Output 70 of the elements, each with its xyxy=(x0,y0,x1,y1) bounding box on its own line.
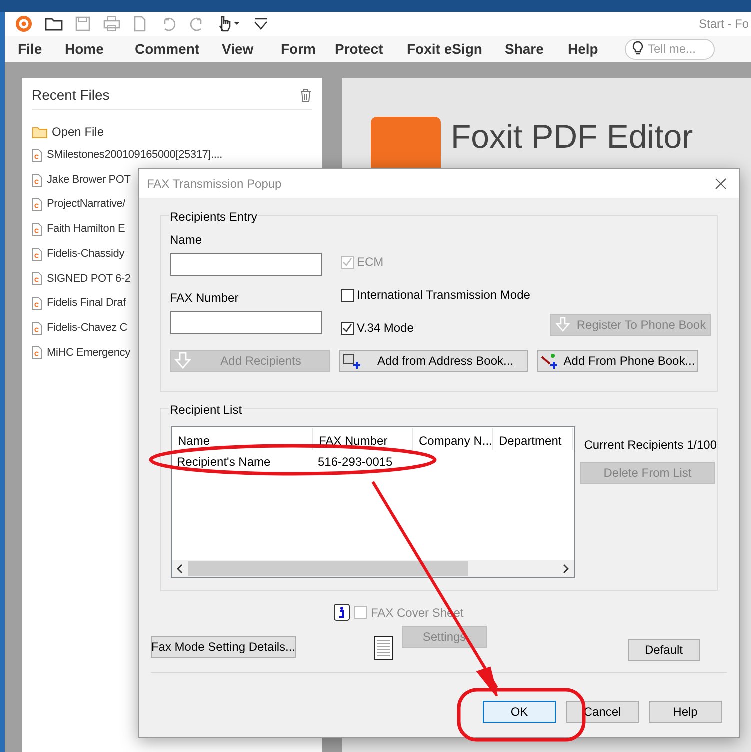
save-icon[interactable] xyxy=(75,16,91,32)
window-title: Start - Fo xyxy=(698,16,750,33)
dropdown-icon[interactable] xyxy=(253,16,269,32)
recent-file-item[interactable]: SMilestones200109165000[25317].... xyxy=(47,147,222,164)
dialog-button[interactable]: Help xyxy=(649,701,722,723)
field-label: FAX Number xyxy=(170,290,240,304)
column-header[interactable]: Name xyxy=(172,428,313,450)
page-icon xyxy=(374,636,393,660)
table-cell[interactable]: 516-293-0015 xyxy=(318,455,393,469)
pdf-file-icon xyxy=(32,198,42,212)
menu-item[interactable]: Protect xyxy=(335,38,407,60)
recent-file-item[interactable]: SIGNED POT 6-2 xyxy=(47,270,131,288)
menu-item[interactable]: File xyxy=(18,38,65,60)
pdf-file-icon xyxy=(32,148,42,162)
checkbox-label: ECM xyxy=(357,254,384,271)
pdf-file-icon xyxy=(32,248,42,261)
dialog-title: FAX Transmission Popup xyxy=(147,176,282,192)
fax-mode-button[interactable]: Fax Mode Setting Details... xyxy=(151,636,296,658)
open-file-link[interactable]: Open File xyxy=(52,123,104,141)
pdf-file-icon xyxy=(32,174,42,187)
app-logo-icon[interactable] xyxy=(15,15,33,33)
pdf-file-icon xyxy=(32,346,42,360)
menu-item[interactable]: Form xyxy=(281,38,335,60)
recent-file-item[interactable]: Fidelis Final Draf xyxy=(47,295,126,312)
scroll-left-icon[interactable] xyxy=(176,564,184,574)
name-field[interactable] xyxy=(170,253,322,276)
recent-file-item[interactable]: Fidelis-Chassidy xyxy=(47,246,124,262)
down-arrow-icon xyxy=(173,352,193,370)
action-button[interactable]: Add From Phone Book... xyxy=(537,350,698,372)
menu-item[interactable]: Help xyxy=(568,38,625,60)
fax-number-field[interactable] xyxy=(170,311,322,334)
menu-item[interactable]: View xyxy=(222,38,281,60)
tell-me-field[interactable]: Tell me... xyxy=(625,38,715,60)
print-icon[interactable] xyxy=(103,16,121,32)
recent-file-item[interactable]: Fidelis-Chavez C xyxy=(47,320,128,336)
checkbox-label: International Transmission Mode xyxy=(357,287,530,304)
close-icon[interactable] xyxy=(715,178,727,190)
menu-item[interactable]: Foxit eSign xyxy=(407,38,505,60)
product-name: Foxit PDF Editor xyxy=(451,117,694,157)
lightbulb-icon xyxy=(632,41,644,55)
folder-icon[interactable] xyxy=(45,16,63,32)
column-header[interactable]: FAX Number xyxy=(313,428,413,450)
default-button[interactable]: Default xyxy=(628,639,700,661)
trash-icon[interactable] xyxy=(300,88,312,102)
dialog-button[interactable]: Cancel xyxy=(566,701,639,723)
menu-item[interactable]: Comment xyxy=(135,38,222,60)
pdf-file-icon xyxy=(32,296,42,310)
panel-title: Recent Files xyxy=(32,86,110,105)
recent-file-item[interactable]: MiHC Emergency xyxy=(47,344,130,362)
checkbox[interactable] xyxy=(341,288,354,302)
field-label: Name xyxy=(170,232,204,246)
menu-item[interactable]: Home xyxy=(65,38,135,60)
recent-file-item[interactable]: Jake Brower POT xyxy=(47,172,131,188)
table-cell[interactable]: Recipient's Name xyxy=(177,455,271,469)
scroll-right-icon[interactable] xyxy=(562,564,570,574)
folder-icon xyxy=(32,126,48,138)
recent-file-item[interactable]: ProjectNarrative/ xyxy=(47,196,126,213)
menu-item[interactable]: Share xyxy=(505,38,568,60)
pdf-file-icon xyxy=(32,322,42,335)
checkbox[interactable] xyxy=(341,322,354,334)
column-header[interactable]: Department xyxy=(493,428,573,450)
recipient-count: Current Recipients 1/100 xyxy=(584,437,717,454)
column-header[interactable]: Company N... xyxy=(413,428,493,450)
recent-file-item[interactable]: Faith Hamilton E xyxy=(47,221,126,238)
pdf-file-icon xyxy=(32,272,42,286)
checkbox-label: V.34 Mode xyxy=(357,320,414,337)
dialog-button[interactable]: OK xyxy=(483,701,556,723)
pdf-file-icon xyxy=(32,222,42,236)
info-icon[interactable] xyxy=(334,604,350,621)
action-button[interactable]: Add from Address Book... xyxy=(339,350,528,372)
